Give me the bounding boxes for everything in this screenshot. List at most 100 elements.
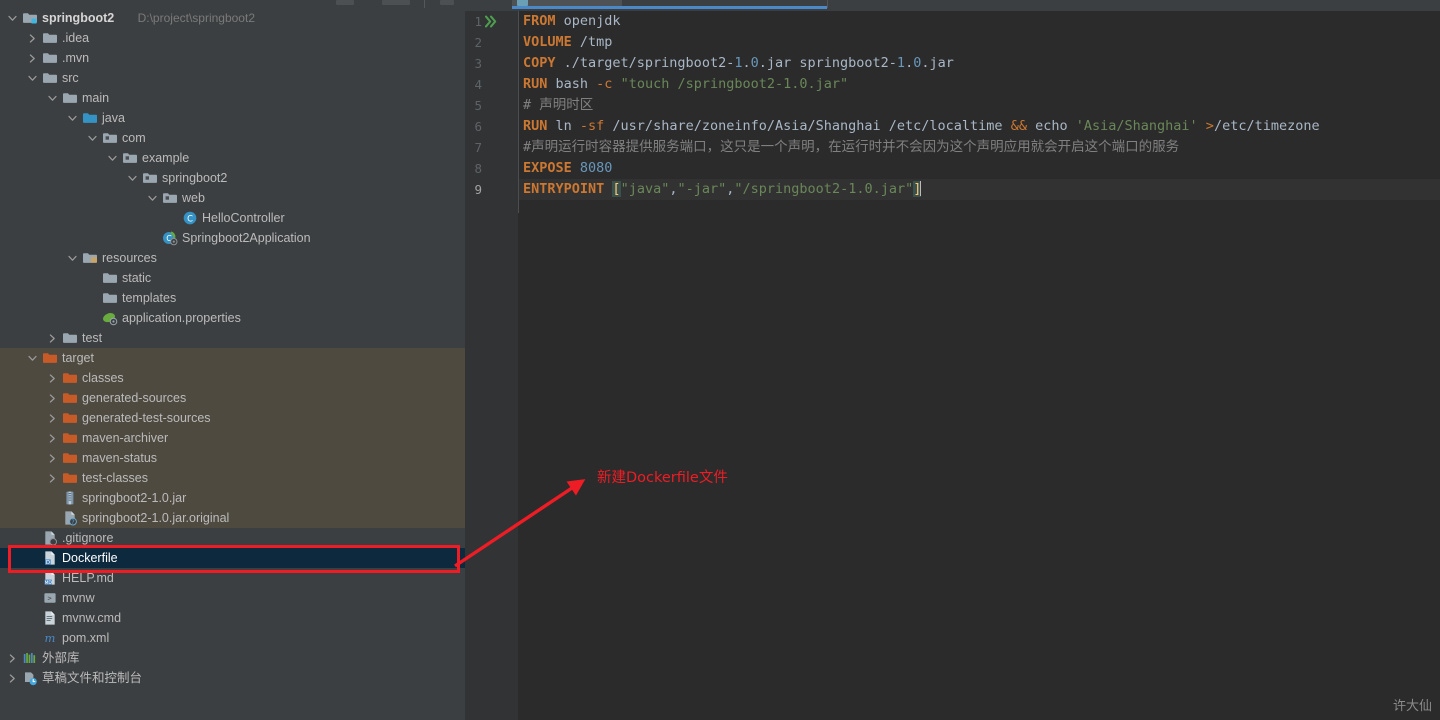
- svg-text:>: >: [47, 595, 51, 603]
- tree-row-label: generated-sources: [82, 391, 187, 405]
- tree-row-label: templates: [122, 291, 177, 305]
- chevron-down-icon[interactable]: [86, 128, 98, 148]
- annotation-highlight-box: [8, 545, 460, 573]
- chevron-down-icon[interactable]: [146, 188, 158, 208]
- code-line[interactable]: # 声明时区: [519, 95, 593, 116]
- svg-text:MD: MD: [45, 580, 53, 586]
- chevron-right-icon[interactable]: [46, 328, 58, 348]
- chevron-right-icon[interactable]: [46, 428, 58, 448]
- editor-code-area[interactable]: FROM openjdk VOLUME /tmp COPY ./target/spr…: [519, 8, 1440, 720]
- chevron-down-icon[interactable]: [26, 348, 38, 368]
- tree-row-java[interactable]: java: [0, 108, 465, 128]
- code-token: "-jar": [677, 181, 727, 197]
- gutter-line-number: 4: [465, 74, 518, 95]
- tree-row-pom-xml[interactable]: m pom.xml: [0, 628, 465, 648]
- tree-row-springboot2application[interactable]: C Springboot2Application: [0, 228, 465, 248]
- code-line[interactable]: EXPOSE 8080: [519, 158, 612, 179]
- line-number: 2: [474, 35, 482, 50]
- chevron-down-icon[interactable]: [126, 168, 138, 188]
- tree-row-static[interactable]: static: [0, 268, 465, 288]
- chevron-right-icon[interactable]: [6, 668, 18, 688]
- toolbar-icon-1[interactable]: [336, 0, 354, 5]
- line-number: 3: [474, 56, 482, 71]
- chevron-right-icon[interactable]: [46, 448, 58, 468]
- tree-row-web[interactable]: web: [0, 188, 465, 208]
- editor-gutter[interactable]: 1 2 3 4 5 6 7 8 9: [465, 8, 518, 720]
- chevron-down-icon[interactable]: [26, 68, 38, 88]
- chevron-down-icon[interactable]: [106, 148, 118, 168]
- tree-row--[interactable]: 草稿文件和控制台: [0, 668, 465, 688]
- tree-row-test[interactable]: test: [0, 328, 465, 348]
- tree-row-generated-test-sources[interactable]: generated-test-sources: [0, 408, 465, 428]
- tree-row-springboot2[interactable]: springboot2: [0, 168, 465, 188]
- folder-icon: [102, 270, 118, 286]
- run-gutter-icon[interactable]: [484, 15, 498, 31]
- chevron-right-icon[interactable]: [46, 368, 58, 388]
- tree-row-resources[interactable]: resources: [0, 248, 465, 268]
- tree-row-src[interactable]: src: [0, 68, 465, 88]
- tree-row-classes[interactable]: classes: [0, 368, 465, 388]
- tree-row-main[interactable]: main: [0, 88, 465, 108]
- tree-row-springboot2-1-0-jar-original[interactable]: ? springboot2-1.0.jar.original: [0, 508, 465, 528]
- code-line[interactable]: FROM openjdk: [519, 11, 621, 32]
- chevron-down-icon[interactable]: [46, 88, 58, 108]
- tree-row-label: com: [122, 131, 146, 145]
- project-tool-window[interactable]: springboot2 D:\project\springboot2 .idea .m…: [0, 8, 465, 720]
- tree-row-label: java: [102, 111, 125, 125]
- code-line[interactable]: RUN ln -sf /usr/share/zoneinfo/Asia/Shan…: [519, 116, 1320, 137]
- tree-row-maven-archiver[interactable]: maven-archiver: [0, 428, 465, 448]
- tree-row-generated-sources[interactable]: generated-sources: [0, 388, 465, 408]
- code-line[interactable]: COPY ./target/springboot2-1.0.jar spring…: [519, 53, 954, 74]
- tree-row--mvn[interactable]: .mvn: [0, 48, 465, 68]
- svg-text:m: m: [45, 631, 56, 645]
- chevron-right-icon[interactable]: [26, 28, 38, 48]
- folder-icon: [62, 90, 78, 106]
- code-line[interactable]: RUN bash -c "touch /springboot2-1.0.jar": [519, 74, 848, 95]
- tree-row-label: classes: [82, 371, 124, 385]
- chevron-down-icon[interactable]: [6, 8, 18, 28]
- gitignore-icon: [42, 530, 58, 546]
- tree-row-springboot2[interactable]: springboot2 D:\project\springboot2: [0, 8, 465, 28]
- code-line[interactable]: VOLUME /tmp: [519, 32, 612, 53]
- tree-row-label: test-classes: [82, 471, 148, 485]
- code-token: .jar springboot2-: [758, 55, 897, 71]
- tree-row--[interactable]: 外部库: [0, 648, 465, 668]
- tree-row-example[interactable]: example: [0, 148, 465, 168]
- tree-row--idea[interactable]: .idea: [0, 28, 465, 48]
- tree-row-templates[interactable]: templates: [0, 288, 465, 308]
- chevron-right-icon[interactable]: [26, 48, 38, 68]
- tree-row-application-properties[interactable]: application.properties: [0, 308, 465, 328]
- code-editor[interactable]: 123456789 FROM openjdk VOLUME /tmp COPY ./…: [465, 8, 1440, 720]
- chevron-right-icon[interactable]: [6, 648, 18, 668]
- code-token: /usr/share/zoneinfo/Asia/Shanghai /etc/l…: [604, 118, 1011, 134]
- chevron-down-icon[interactable]: [66, 248, 78, 268]
- tree-row-hellocontroller[interactable]: C HelloController: [0, 208, 465, 228]
- package-icon: [122, 150, 138, 166]
- tree-row-mvnw[interactable]: > mvnw: [0, 588, 465, 608]
- code-line[interactable]: ENTRYPOINT ["java","-jar","/springboot2-…: [519, 179, 1440, 200]
- code-token: .: [905, 55, 914, 71]
- tree-row-com[interactable]: com: [0, 128, 465, 148]
- tree-row-springboot2-1-0-jar[interactable]: springboot2-1.0.jar: [0, 488, 465, 508]
- tree-row-target[interactable]: target: [0, 348, 465, 368]
- tree-row-mvnw-cmd[interactable]: mvnw.cmd: [0, 608, 465, 628]
- code-token: >: [1205, 118, 1214, 134]
- code-token: bash: [547, 76, 597, 92]
- chevron-down-icon[interactable]: [66, 108, 78, 128]
- chevron-right-icon[interactable]: [46, 388, 58, 408]
- chevron-right-icon[interactable]: [46, 468, 58, 488]
- code-token: VOLUME: [523, 34, 572, 50]
- tree-row-label: springboot2: [42, 11, 115, 25]
- code-line[interactable]: #声明运行时容器提供服务端口，这只是一个声明，在运行时并不会因为这个声明应用就会…: [519, 137, 1179, 158]
- tree-row-test-classes[interactable]: test-classes: [0, 468, 465, 488]
- toolbar-icon-3[interactable]: [440, 0, 454, 5]
- chevron-right-icon[interactable]: [46, 408, 58, 428]
- tree-row-label: Springboot2Application: [182, 231, 311, 245]
- jar-icon: [62, 490, 78, 506]
- toolbar-icon-2[interactable]: [382, 0, 410, 5]
- tree-row-label: src: [62, 71, 79, 85]
- code-token: EXPOSE: [523, 160, 572, 176]
- tree-row-maven-status[interactable]: maven-status: [0, 448, 465, 468]
